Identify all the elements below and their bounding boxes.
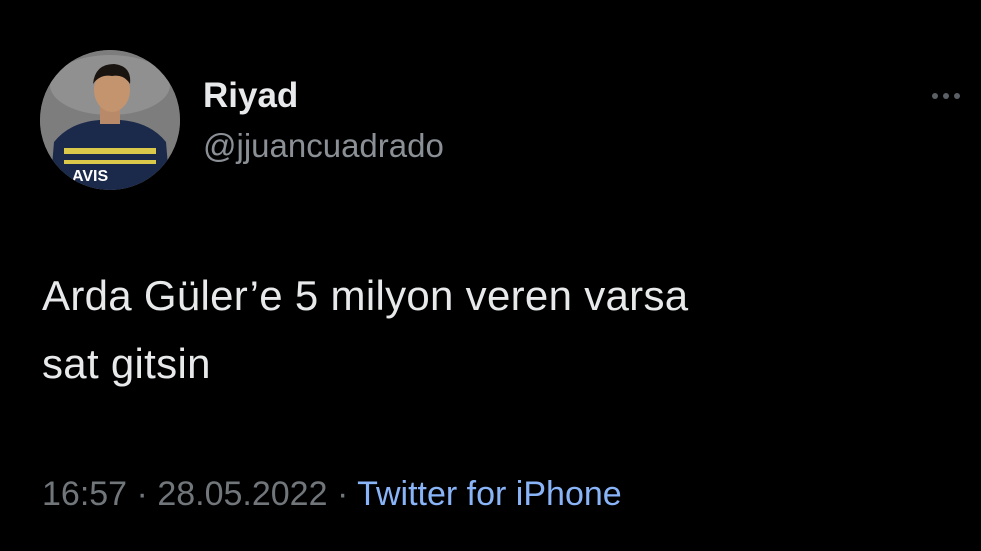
meta-separator: · [136, 475, 158, 513]
tweet-meta: 16:57 · 28.05.2022 · Twitter for iPhone [42, 472, 622, 516]
tweet-text-line: Arda Güler’e 5 milyon veren varsa [42, 272, 689, 319]
tweet-card: AVIS Riyad @jjuancuadrado Arda Güler’e 5… [0, 0, 981, 551]
avatar-image: AVIS [40, 50, 180, 190]
tweet-text: Arda Güler’e 5 milyon veren varsa sat gi… [42, 262, 942, 398]
more-dot [954, 93, 960, 99]
tweet-date[interactable]: 28.05.2022 [157, 475, 327, 513]
tweet-time[interactable]: 16:57 [42, 475, 127, 513]
meta-separator: · [336, 475, 358, 513]
avatar[interactable]: AVIS [40, 50, 180, 190]
author-display-name[interactable]: Riyad [203, 76, 298, 116]
tweet-source-link[interactable]: Twitter for iPhone [357, 475, 622, 513]
more-horizontal-icon[interactable] [932, 86, 972, 106]
more-dot [943, 93, 949, 99]
tweet-text-line: sat gitsin [42, 340, 211, 387]
more-dot [932, 93, 938, 99]
author-handle[interactable]: @jjuancuadrado [203, 127, 444, 165]
avatar-jersey-text: AVIS [72, 168, 108, 185]
